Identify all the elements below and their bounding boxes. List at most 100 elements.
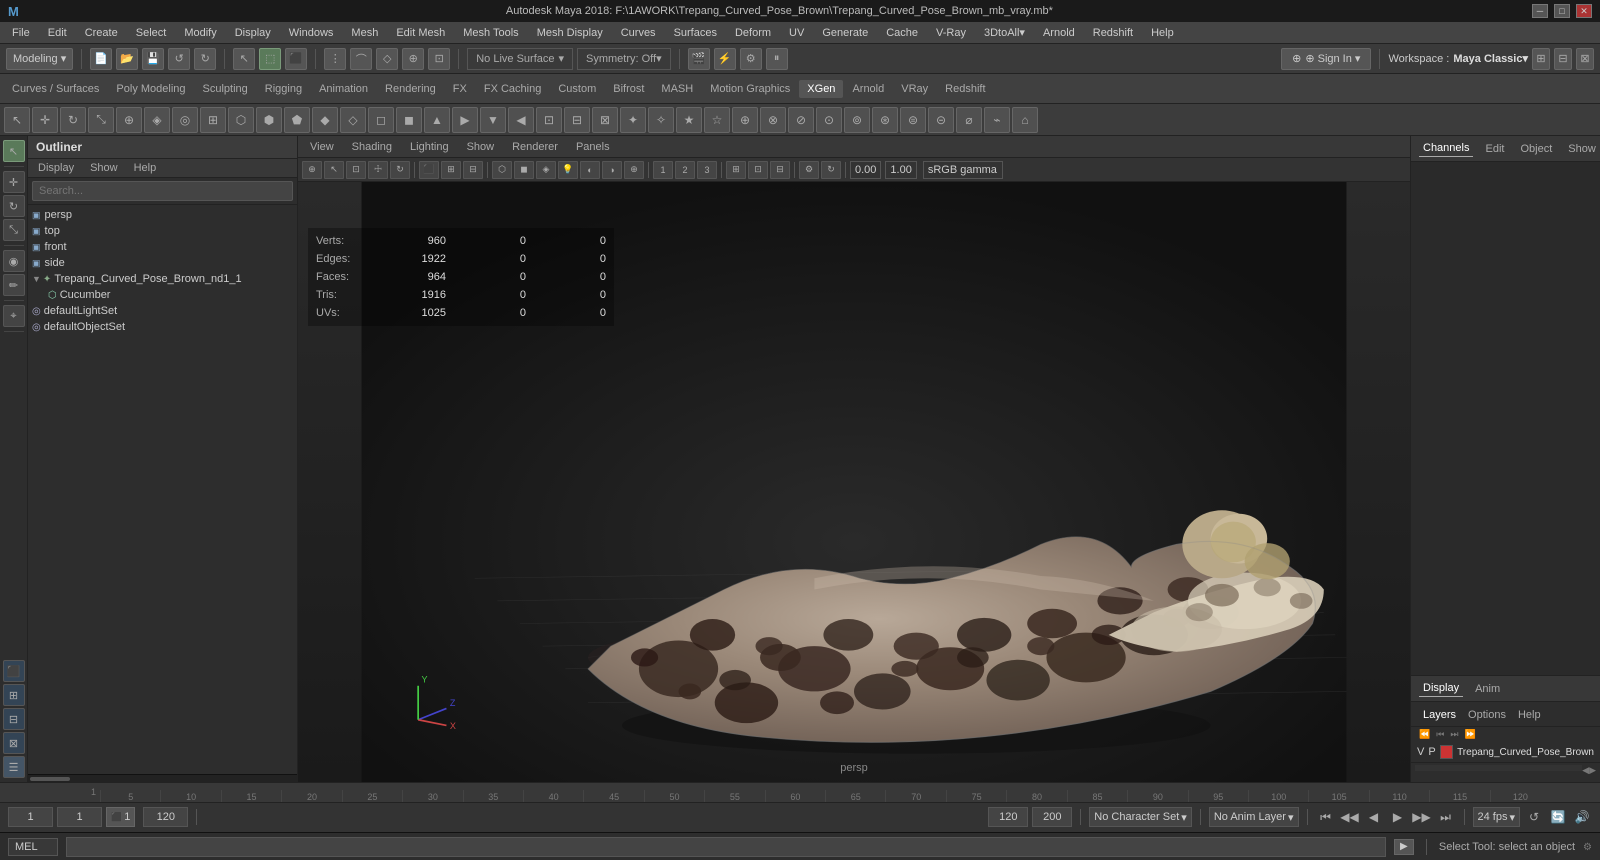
move-tool-button[interactable]: ✛ <box>3 171 25 193</box>
menu-mesh-display[interactable]: Mesh Display <box>529 25 611 41</box>
shelf-tab-fx[interactable]: FX <box>445 80 475 98</box>
timeline-current-frame-2[interactable]: 1 <box>57 807 102 827</box>
rp-bottom-anim-tab[interactable]: Anim <box>1471 681 1504 697</box>
tree-item-persp[interactable]: ▣ persp <box>28 207 297 223</box>
menu-select[interactable]: Select <box>128 25 175 41</box>
vp-ss2[interactable]: 2 <box>675 161 695 179</box>
xgen-btn3[interactable]: ⊠ <box>3 732 25 754</box>
tool-29[interactable]: ⊝ <box>928 107 954 133</box>
tool-31[interactable]: ⌁ <box>984 107 1010 133</box>
tree-item-trepang-group[interactable]: ▼ ✦ Trepang_Curved_Pose_Brown_nd1_1 <box>28 271 297 287</box>
status-help-icon[interactable]: ⚙ <box>1583 842 1592 853</box>
mel-execute-btn[interactable]: ▶ <box>1394 839 1414 855</box>
tool-26[interactable]: ⊚ <box>844 107 870 133</box>
vp-menu-panels[interactable]: Panels <box>568 140 618 154</box>
tool-19[interactable]: ✧ <box>648 107 674 133</box>
shelf-tab-rigging[interactable]: Rigging <box>257 80 310 98</box>
vp-menu-view[interactable]: View <box>302 140 342 154</box>
workspace-value[interactable]: Maya Classic▾ <box>1453 52 1528 65</box>
timeline-range-end[interactable]: 120 <box>143 807 188 827</box>
fps-dropdown[interactable]: 24 fps ▾ <box>1473 807 1521 827</box>
timeline-start-frame[interactable]: 1 <box>8 807 53 827</box>
tool-10[interactable]: ◼ <box>396 107 422 133</box>
rp-tab-show[interactable]: Show <box>1564 141 1600 157</box>
tool-2[interactable]: ◎ <box>172 107 198 133</box>
select-mode-button[interactable]: ↖ <box>3 140 25 162</box>
layers-view-button[interactable]: ☰ <box>3 756 25 778</box>
rp-tab-edit[interactable]: Edit <box>1481 141 1508 157</box>
soft-select-button[interactable]: ◉ <box>3 250 25 272</box>
rp-tab-object[interactable]: Object <box>1516 141 1556 157</box>
outliner-menu-show[interactable]: Show <box>84 161 124 175</box>
sign-in-button[interactable]: ⊕ ⊕ Sign In ▾ <box>1281 48 1371 70</box>
tool-25[interactable]: ⊙ <box>816 107 842 133</box>
tree-item-top[interactable]: ▣ top <box>28 223 297 239</box>
scale-tool-button[interactable]: ⤡ <box>3 219 25 241</box>
menu-display[interactable]: Display <box>227 25 279 41</box>
menu-help[interactable]: Help <box>1143 25 1182 41</box>
tool-12[interactable]: ▶ <box>452 107 478 133</box>
layers-tab[interactable]: Layers <box>1419 708 1460 722</box>
menu-curves[interactable]: Curves <box>613 25 664 41</box>
layer-scroll-left[interactable]: ◀ <box>1582 765 1589 776</box>
maximize-button[interactable]: □ <box>1554 4 1570 18</box>
paint-tool-button[interactable]: ✏ <box>3 274 25 296</box>
menu-edit-mesh[interactable]: Edit Mesh <box>388 25 453 41</box>
shelf-tab-mash[interactable]: MASH <box>653 80 701 98</box>
tool-27[interactable]: ⊛ <box>872 107 898 133</box>
menu-cache[interactable]: Cache <box>878 25 926 41</box>
tree-item-cucumber[interactable]: ⬡ Cucumber <box>28 287 297 303</box>
tool-15[interactable]: ⊡ <box>536 107 562 133</box>
vp-orbit-btn[interactable]: ↻ <box>390 161 410 179</box>
transport-play[interactable]: ▶ <box>1388 808 1408 826</box>
vp-layout-four[interactable]: ⊞ <box>441 161 461 179</box>
render-settings-button[interactable]: ⚙ <box>740 48 762 70</box>
tool-select[interactable]: ↖ <box>4 107 30 133</box>
outliner-search-input[interactable] <box>32 181 293 201</box>
vp-layout-single[interactable]: ⬛ <box>419 161 439 179</box>
outliner-menu-help[interactable]: Help <box>128 161 163 175</box>
snap-view-button[interactable]: ⊕ <box>402 48 424 70</box>
vp-grid-btn[interactable]: ⊞ <box>726 161 746 179</box>
shelf-tab-fx-caching[interactable]: FX Caching <box>476 80 549 98</box>
save-scene-button[interactable]: 💾 <box>142 48 164 70</box>
menu-vray[interactable]: V-Ray <box>928 25 974 41</box>
tool-13[interactable]: ▼ <box>480 107 506 133</box>
rp-tab-channels[interactable]: Channels <box>1419 140 1473 157</box>
options-tab[interactable]: Options <box>1464 708 1510 722</box>
shelf-tab-bifrost[interactable]: Bifrost <box>605 80 652 98</box>
tool-1[interactable]: ◈ <box>144 107 170 133</box>
vp-headup-btn[interactable]: ⊟ <box>770 161 790 179</box>
vp-select-btn[interactable]: ↖ <box>324 161 344 179</box>
tool-22[interactable]: ⊕ <box>732 107 758 133</box>
menu-surfaces[interactable]: Surfaces <box>666 25 725 41</box>
tool-24[interactable]: ⊘ <box>788 107 814 133</box>
shelf-tab-poly-modeling[interactable]: Poly Modeling <box>108 80 193 98</box>
menu-3dttoall[interactable]: 3DtoAll▾ <box>976 24 1033 41</box>
xgen-button[interactable]: ⊞ <box>3 684 25 706</box>
vp-layout-btn3[interactable]: ⊟ <box>463 161 483 179</box>
symmetry-dropdown[interactable]: Symmetry: Off ▾ <box>577 48 671 70</box>
layer-color-swatch[interactable] <box>1440 745 1453 759</box>
vp-gamma-val1[interactable]: 0.00 <box>850 161 881 179</box>
shelf-tab-xgen[interactable]: XGen <box>799 80 843 98</box>
tool-3[interactable]: ⊞ <box>200 107 226 133</box>
vp-camera-btn[interactable]: ⊕ <box>302 161 322 179</box>
paint-select-button[interactable]: ⬛ <box>285 48 307 70</box>
show-manip-button[interactable]: ⌖ <box>3 305 25 327</box>
snap-grid-button[interactable]: ⋮ <box>324 48 346 70</box>
menu-generate[interactable]: Generate <box>814 25 876 41</box>
menu-modify[interactable]: Modify <box>176 25 224 41</box>
vp-ss1[interactable]: 1 <box>653 161 673 179</box>
tool-21[interactable]: ☆ <box>704 107 730 133</box>
menu-deform[interactable]: Deform <box>727 25 779 41</box>
tool-6[interactable]: ⬟ <box>284 107 310 133</box>
workspace-btn-2[interactable]: ⊟ <box>1554 48 1572 70</box>
layer-prev-icon[interactable]: ⏮ <box>1436 729 1444 740</box>
menu-create[interactable]: Create <box>77 25 126 41</box>
loop-btn[interactable]: 🔄 <box>1548 808 1568 826</box>
mel-command-input[interactable] <box>66 837 1386 857</box>
shelf-tab-redshift[interactable]: Redshift <box>937 80 993 98</box>
tool-9[interactable]: ◻ <box>368 107 394 133</box>
workspace-mode-dropdown[interactable]: Modeling ▾ <box>6 48 73 70</box>
